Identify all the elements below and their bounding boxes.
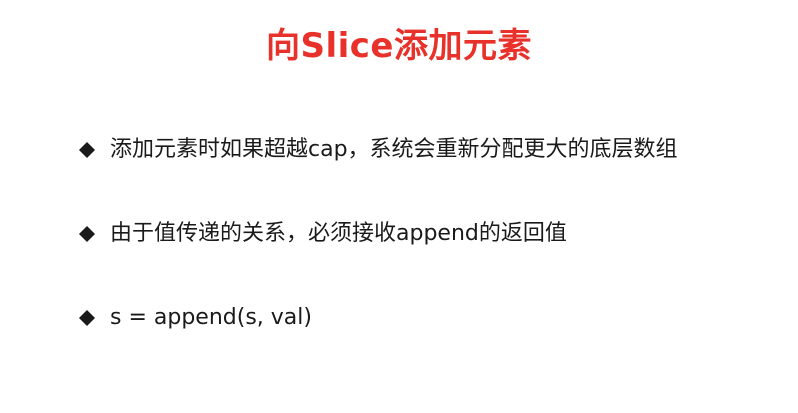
- diamond-icon: [78, 141, 96, 159]
- bullet-list: 添加元素时如果超越cap，系统会重新分配更大的底层数组 由于值传递的关系，必须接…: [78, 130, 790, 382]
- slide: 向Slice添加元素 添加元素时如果超越cap，系统会重新分配更大的底层数组 由…: [0, 0, 798, 413]
- bullet-text: 由于值传递的关系，必须接收append的返回值: [110, 221, 567, 246]
- list-item: 由于值传递的关系，必须接收append的返回值: [78, 214, 790, 254]
- diamond-icon: [78, 225, 96, 243]
- list-item: s = append(s, val): [78, 298, 790, 338]
- list-item: 添加元素时如果超越cap，系统会重新分配更大的底层数组: [78, 130, 790, 170]
- bullet-text: 添加元素时如果超越cap，系统会重新分配更大的底层数组: [110, 137, 678, 162]
- bullet-text: s = append(s, val): [110, 305, 312, 330]
- slide-title: 向Slice添加元素: [265, 26, 532, 66]
- diamond-icon: [78, 309, 96, 327]
